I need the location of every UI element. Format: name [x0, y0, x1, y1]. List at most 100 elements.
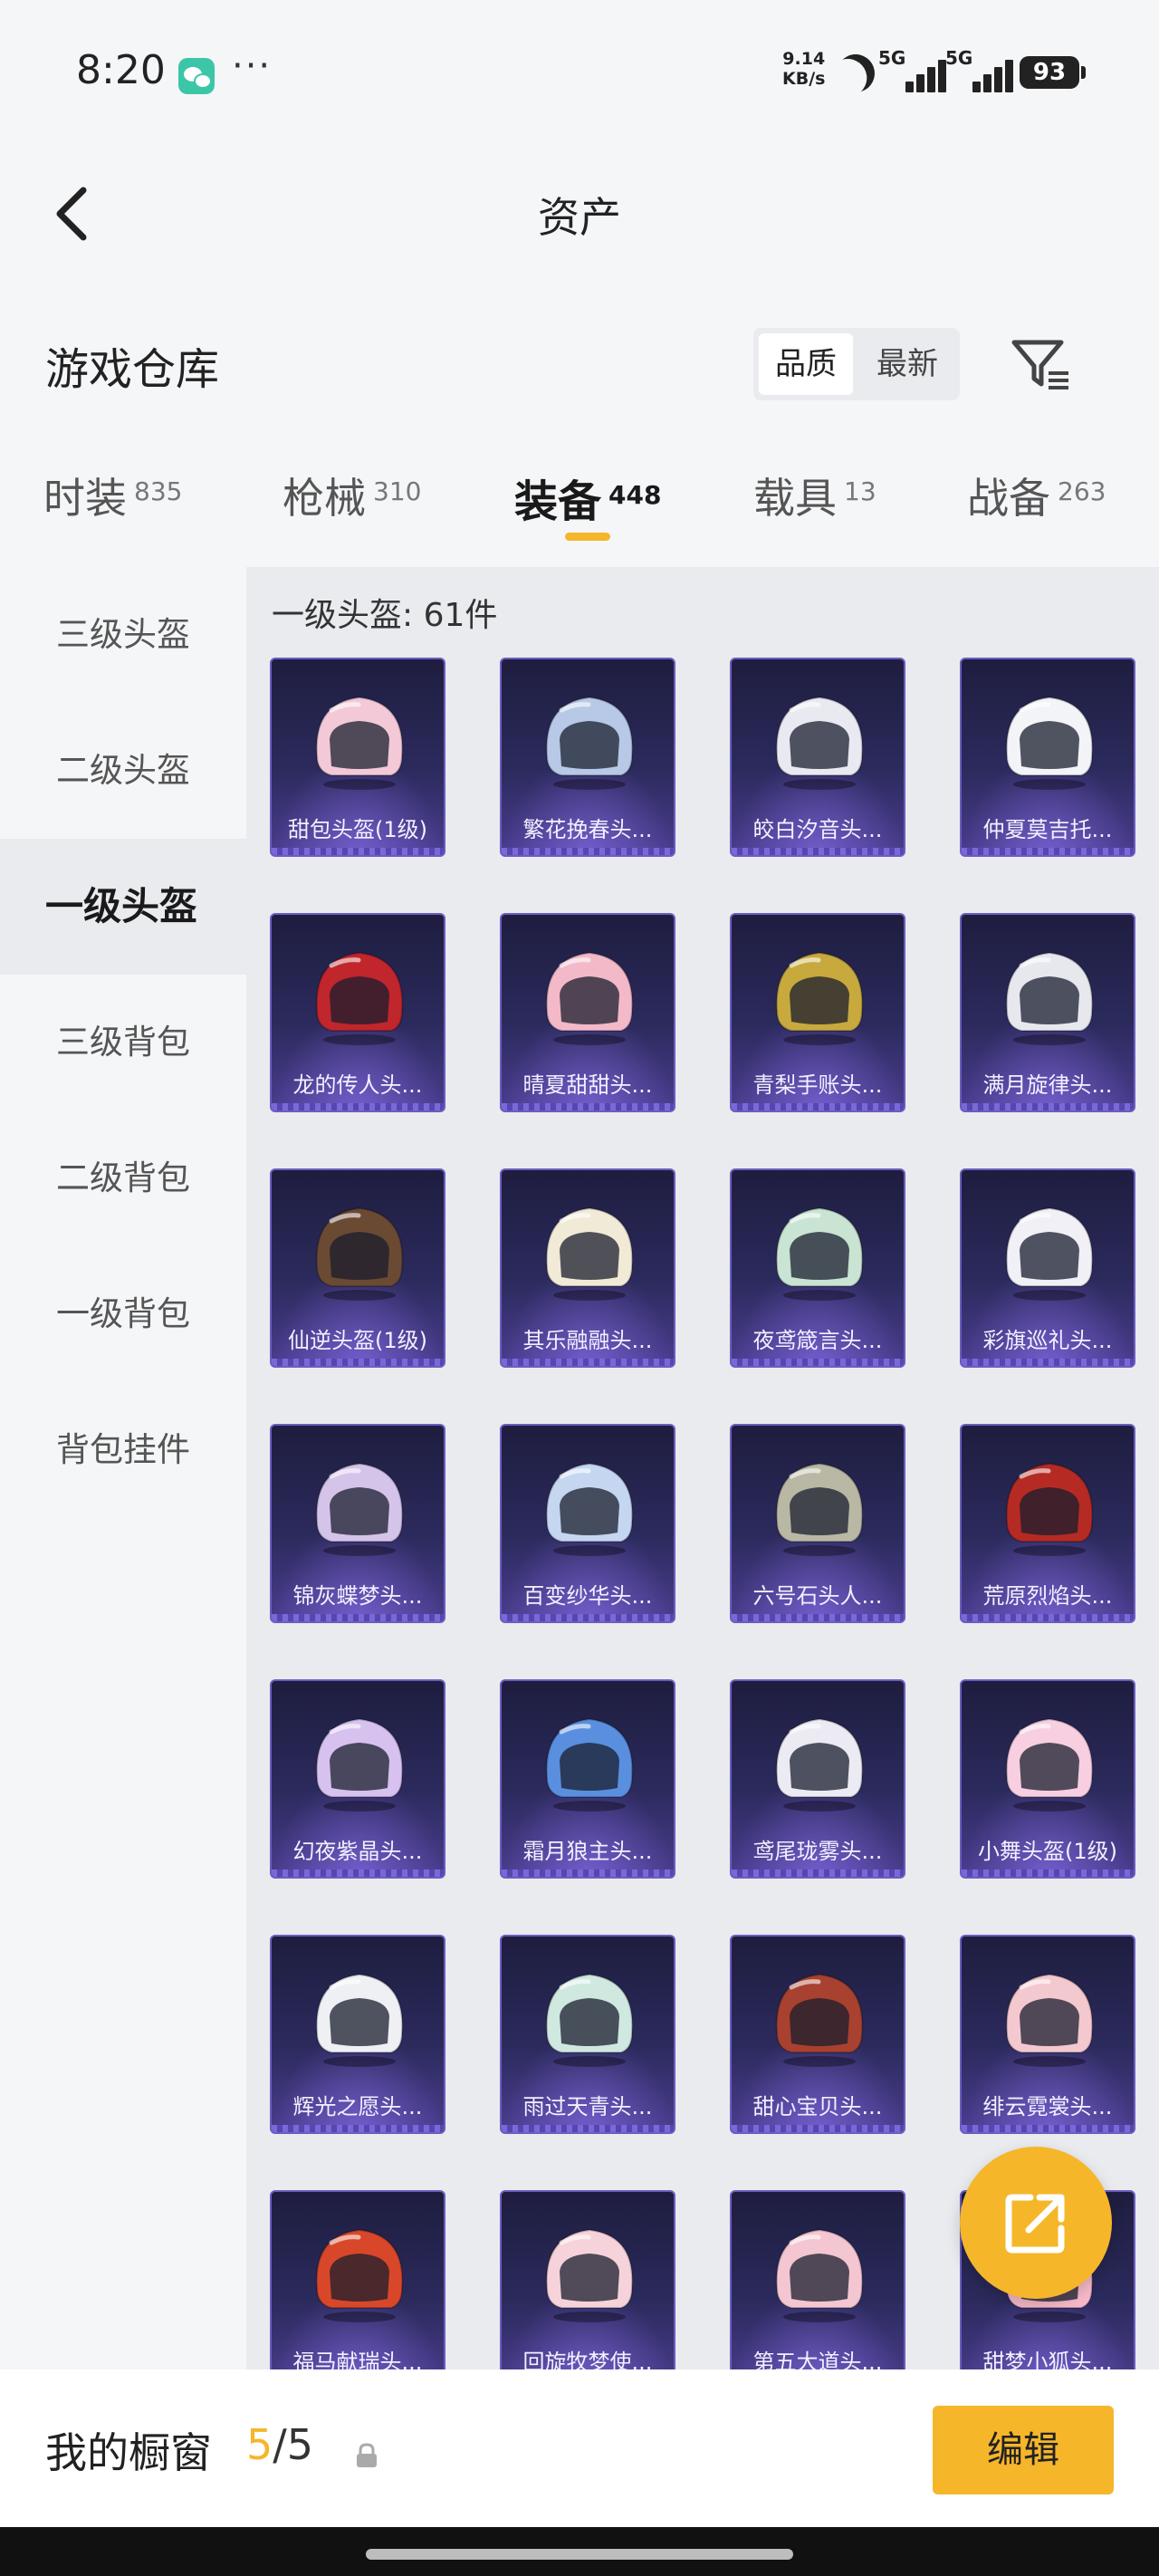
tab-count: 13 — [844, 476, 876, 506]
tab-count: 448 — [608, 480, 662, 510]
tab-equipment[interactable]: 装备 448 — [514, 466, 661, 529]
helmet-icon — [994, 938, 1105, 1049]
helmet-name: 晴夏甜甜头... — [522, 1072, 653, 1098]
filter-button[interactable] — [1007, 328, 1076, 400]
helmet-icon — [534, 1194, 645, 1304]
tab-supplies[interactable]: 战备 263 — [967, 466, 1106, 525]
helmet-icon — [304, 938, 415, 1049]
share-button[interactable] — [960, 2147, 1112, 2299]
helmet-name: 霜月狼主头... — [522, 1839, 653, 1864]
helmet-icon — [764, 1705, 875, 1815]
rarity-stripe — [732, 848, 904, 855]
rarity-stripe — [732, 2125, 904, 2132]
group-title: 一级头盔: 61件 — [272, 597, 498, 634]
helmet-card[interactable]: 皎白汐音头... — [730, 658, 905, 857]
helmet-icon — [304, 1194, 415, 1304]
home-indicator[interactable] — [366, 2549, 793, 2560]
sort-toggle: 品质 最新 — [753, 328, 960, 400]
helmet-name: 甜梦小狐头... — [982, 2350, 1113, 2369]
tab-label: 时装 — [43, 474, 127, 523]
helmet-card[interactable]: 雨过天青头... — [500, 1935, 675, 2134]
status-time: 8:20 — [76, 47, 166, 93]
helmet-icon — [994, 1705, 1105, 1815]
helmet-card[interactable]: 幻夜紫晶头... — [270, 1679, 445, 1879]
helmet-card[interactable]: 甜心宝贝头... — [730, 1935, 905, 2134]
helmet-icon — [304, 1705, 415, 1815]
tab-vehicles[interactable]: 载具 13 — [753, 466, 876, 525]
helmet-card[interactable]: 锦灰蝶梦头... — [270, 1424, 445, 1623]
sidebar-item-level2-helmet[interactable]: 二级头盔 — [0, 703, 246, 839]
helmet-icon — [764, 938, 875, 1049]
helmet-name: 绯云霓裳头... — [982, 2094, 1113, 2119]
rarity-stripe — [962, 1359, 1134, 1366]
helmet-card[interactable]: 夜鸢箴言头... — [730, 1168, 905, 1368]
helmet-card[interactable]: 福马献瑞头... — [270, 2190, 445, 2369]
sidebar-item-backpack-charm[interactable]: 背包挂件 — [0, 1382, 246, 1518]
helmet-card[interactable]: 荒原烈焰头... — [960, 1424, 1135, 1623]
lock-icon — [357, 2443, 377, 2467]
network-speed-unit: KB/s — [782, 69, 826, 89]
helmet-icon — [534, 1705, 645, 1815]
gesture-nav-area — [0, 2527, 1159, 2576]
more-notifications-icon: ··· — [232, 45, 273, 87]
sort-by-newest-button[interactable]: 最新 — [860, 333, 954, 395]
sidebar-item-level3-helmet[interactable]: 三级头盔 — [0, 567, 246, 703]
helmet-card[interactable]: 仲夏莫吉托... — [960, 658, 1135, 857]
helmet-card[interactable]: 繁花挽春头... — [500, 658, 675, 857]
helmet-icon — [764, 683, 875, 793]
page-title: 资产 — [538, 193, 621, 242]
showcase-total: 5 — [286, 2420, 314, 2469]
helmet-card[interactable]: 六号石头人... — [730, 1424, 905, 1623]
category-tabs: 时装 835 枪械 310 装备 448 载具 13 战备 263 — [0, 431, 1159, 567]
helmet-card[interactable]: 龙的传人头... — [270, 913, 445, 1112]
helmet-card[interactable]: 其乐融融头... — [500, 1168, 675, 1368]
helmet-card[interactable]: 彩旗巡礼头... — [960, 1168, 1135, 1368]
network-speed-value: 9.14 — [782, 49, 826, 69]
tab-fashion[interactable]: 时装 835 — [43, 466, 182, 525]
helmet-card[interactable]: 百变纱华头... — [500, 1424, 675, 1623]
helmet-icon — [304, 1960, 415, 2071]
wechat-notification-icon — [178, 58, 215, 94]
helmet-card[interactable]: 甜包头盔(1级) — [270, 658, 445, 857]
helmet-name: 繁花挽春头... — [522, 817, 653, 842]
helmet-card[interactable]: 霜月狼主头... — [500, 1679, 675, 1879]
edit-button[interactable]: 编辑 — [933, 2406, 1114, 2494]
showcase-current: 5 — [246, 2420, 273, 2469]
sidebar-item-level2-backpack[interactable]: 二级背包 — [0, 1110, 246, 1246]
item-grid-panel: 一级头盔: 61件 甜包头盔(1级) 繁花挽春头... 皎白汐音头... 仲夏莫吉托.… — [246, 567, 1159, 2369]
helmet-card[interactable]: 鸢尾珑雾头... — [730, 1679, 905, 1879]
helmet-card[interactable]: 满月旋律头... — [960, 913, 1135, 1112]
helmet-icon — [994, 683, 1105, 793]
helmet-card[interactable]: 小舞头盔(1级) — [960, 1679, 1135, 1879]
sidebar-item-level1-helmet[interactable]: 一级头盔 — [0, 839, 246, 975]
rarity-stripe — [502, 848, 674, 855]
subcategory-sidebar: 三级头盔 二级头盔 一级头盔 三级背包 二级背包 一级背包 背包挂件 — [0, 567, 246, 2369]
helmet-name: 甜心宝贝头... — [752, 2094, 883, 2119]
status-bar: 8:20 ··· 9.14 KB/s 5G 5G 93 — [0, 0, 1159, 145]
warehouse-title: 游戏仓库 — [45, 344, 220, 395]
tab-weapons[interactable]: 枪械 310 — [283, 466, 421, 525]
helmet-name: 锦灰蝶梦头... — [292, 1583, 423, 1609]
sidebar-item-level3-backpack[interactable]: 三级背包 — [0, 975, 246, 1110]
helmet-icon — [534, 1449, 645, 1560]
helmet-icon — [304, 683, 415, 793]
helmet-card[interactable]: 晴夏甜甜头... — [500, 913, 675, 1112]
helmet-card[interactable]: 仙逆头盔(1级) — [270, 1168, 445, 1368]
helmet-card[interactable]: 回旋牧梦使... — [500, 2190, 675, 2369]
helmet-name: 其乐融融头... — [522, 1328, 653, 1353]
sort-by-quality-button[interactable]: 品质 — [759, 333, 853, 395]
helmet-card[interactable]: 辉光之愿头... — [270, 1935, 445, 2134]
helmet-card[interactable]: 第五大道头... — [730, 2190, 905, 2369]
helmet-card[interactable]: 绯云霓裳头... — [960, 1935, 1135, 2134]
rarity-stripe — [502, 1359, 674, 1366]
helmet-card[interactable]: 青梨手账头... — [730, 913, 905, 1112]
rarity-stripe — [732, 1870, 904, 1877]
helmet-icon — [764, 1960, 875, 2071]
rarity-stripe — [272, 1359, 444, 1366]
helmet-name: 荒原烈焰头... — [982, 1583, 1113, 1609]
helmet-icon — [304, 2216, 415, 2326]
helmet-icon — [994, 1960, 1105, 2071]
helmet-icon — [764, 1194, 875, 1304]
sidebar-item-level1-backpack[interactable]: 一级背包 — [0, 1246, 246, 1382]
helmet-icon — [534, 1960, 645, 2071]
